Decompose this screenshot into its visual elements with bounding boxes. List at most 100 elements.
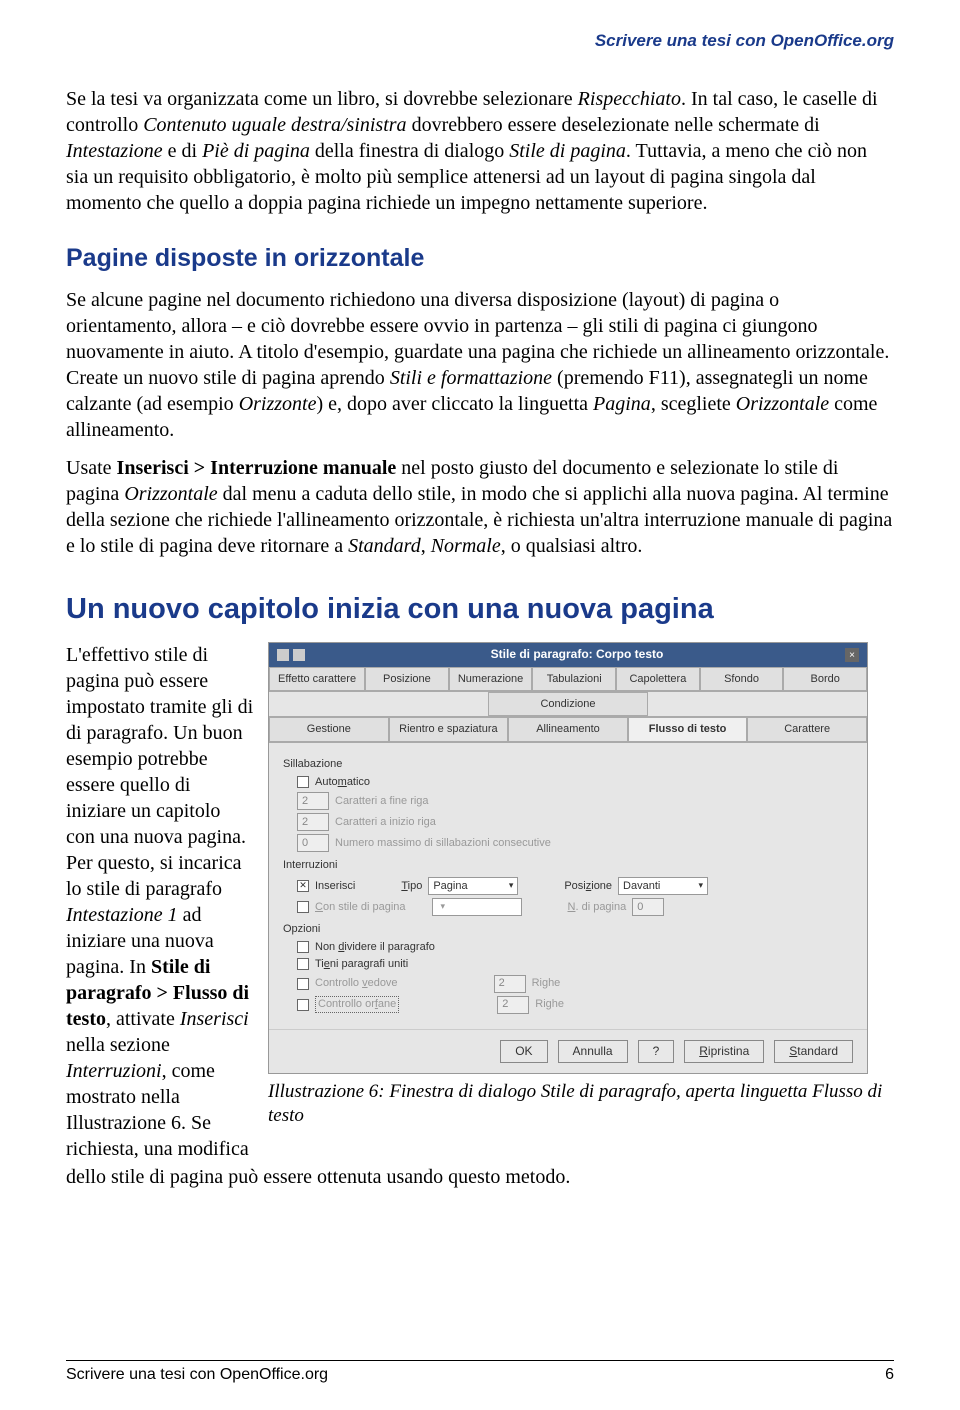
dialog-stile-paragrafo: Stile di paragrafo: Corpo testo × Effett… bbox=[268, 642, 868, 1074]
spin-caratteri-inizio: 2 bbox=[297, 813, 329, 831]
checkbox-vedove[interactable] bbox=[297, 978, 309, 990]
checkbox-automatico[interactable] bbox=[297, 776, 309, 788]
heading-pagine-orizzontale: Pagine disposte in orizzontale bbox=[66, 242, 894, 275]
text-italic: Standard bbox=[348, 535, 421, 557]
dropdown-stile-pagina bbox=[432, 898, 522, 916]
spin-n-pagina: 0 bbox=[632, 898, 664, 916]
dropdown-posizione[interactable]: Davanti bbox=[618, 877, 708, 895]
text-italic: Stile di pagina bbox=[509, 140, 626, 162]
page-header: Scrivere una tesi con OpenOffice.org bbox=[66, 30, 894, 52]
dropdown-tipo[interactable]: Pagina bbox=[428, 877, 518, 895]
cancel-button[interactable]: Annulla bbox=[558, 1040, 628, 1064]
tab-row-3: Gestione Rientro e spaziatura Allineamen… bbox=[269, 717, 867, 742]
dialog-titlebar: Stile di paragrafo: Corpo testo × bbox=[269, 643, 867, 667]
paragraph-1: Se la tesi va organizzata come un libro,… bbox=[66, 86, 894, 216]
checkbox-orfane[interactable] bbox=[297, 999, 309, 1011]
dialog-body: Sillabazione Automatico 2 Caratteri a fin… bbox=[269, 743, 867, 1029]
help-button[interactable]: ? bbox=[638, 1040, 675, 1064]
text-italic: Orizzontale bbox=[736, 393, 829, 415]
paragraph-left: L'effettivo stile di pagina può essere i… bbox=[66, 642, 254, 1162]
tab-flusso-di-testo[interactable]: Flusso di testo bbox=[628, 717, 748, 741]
tab-numerazione[interactable]: Numerazione bbox=[449, 667, 533, 691]
figure-caption: Illustrazione 6: Finestra di dialogo Sti… bbox=[268, 1080, 894, 1128]
tab-posizione[interactable]: Posizione bbox=[365, 667, 449, 691]
spin-orfane: 2 bbox=[497, 996, 529, 1014]
checkbox-tieni-uniti[interactable] bbox=[297, 958, 309, 970]
text-italic: Inserisci bbox=[180, 1008, 249, 1030]
text-italic: Pagina bbox=[593, 393, 651, 415]
checkbox-con-stile[interactable] bbox=[297, 901, 309, 913]
text-bold: Inserisci > Interruzione manuale bbox=[117, 457, 397, 479]
tab-bordo[interactable]: Bordo bbox=[783, 667, 867, 691]
spin-caratteri-fine: 2 bbox=[297, 792, 329, 810]
footer-page-number: 6 bbox=[885, 1365, 894, 1386]
label-righe-2: Righe bbox=[535, 997, 564, 1011]
window-icon bbox=[293, 649, 305, 661]
label-caratteri-inizio: Caratteri a inizio riga bbox=[335, 815, 436, 829]
text-italic: Rispecchiato bbox=[578, 88, 681, 110]
text-italic: Orizzonte bbox=[239, 393, 317, 415]
text-italic: Piè di pagina bbox=[202, 140, 310, 162]
label-con-stile: Con stile di pagina bbox=[315, 900, 406, 914]
paragraph-2: Se alcune pagine nel documento richiedon… bbox=[66, 287, 894, 443]
group-sillabazione: Sillabazione bbox=[283, 757, 853, 771]
text: , bbox=[421, 535, 431, 557]
label-caratteri-fine: Caratteri a fine riga bbox=[335, 794, 429, 808]
footer-title: Scrivere una tesi con OpenOffice.org bbox=[66, 1365, 328, 1386]
dialog-title: Stile di paragrafo: Corpo testo bbox=[309, 647, 845, 663]
label-num-max: Numero massimo di sillabazioni consecuti… bbox=[335, 836, 551, 850]
text-italic: Normale bbox=[431, 535, 501, 557]
label-n-pagina: N. di pagina bbox=[568, 900, 627, 914]
label-tieni-uniti: Tieni paragrafi uniti bbox=[315, 957, 408, 971]
text: Usate bbox=[66, 457, 117, 479]
heading-nuovo-capitolo: Un nuovo capitolo inizia con una nuova p… bbox=[66, 591, 894, 629]
tab-row-2: Condizione bbox=[269, 692, 867, 717]
standard-button[interactable]: Standard bbox=[774, 1040, 853, 1064]
text: dovrebbero essere deselezionate nelle sc… bbox=[407, 114, 820, 136]
text: nella sezione bbox=[66, 1034, 170, 1056]
group-opzioni: Opzioni bbox=[283, 922, 853, 936]
text-italic: Intestazione 1 bbox=[66, 904, 178, 926]
checkbox-inserisci[interactable] bbox=[297, 880, 309, 892]
reset-button[interactable]: Ripristina bbox=[684, 1040, 764, 1064]
tab-row-1: Effetto carattere Posizione Numerazione … bbox=[269, 667, 867, 692]
text-italic: Contenuto uguale destra/sinistra bbox=[143, 114, 406, 136]
paragraph-3: Usate Inserisci > Interruzione manuale n… bbox=[66, 455, 894, 559]
tab-capolettera[interactable]: Capolettera bbox=[616, 667, 700, 691]
tab-gestione[interactable]: Gestione bbox=[269, 717, 389, 741]
spin-num-max: 0 bbox=[297, 834, 329, 852]
close-icon[interactable]: × bbox=[845, 648, 859, 662]
tab-rientro[interactable]: Rientro e spaziatura bbox=[389, 717, 509, 741]
tab-effetto-carattere[interactable]: Effetto carattere bbox=[269, 667, 365, 691]
text: , scegliete bbox=[651, 393, 736, 415]
label-non-dividere: Non dividere il paragrafo bbox=[315, 940, 435, 954]
tab-carattere[interactable]: Carattere bbox=[747, 717, 867, 741]
tab-condizione[interactable]: Condizione bbox=[488, 692, 648, 716]
checkbox-non-dividere[interactable] bbox=[297, 941, 309, 953]
label-tipo: Tipo bbox=[401, 879, 422, 893]
label-inserisci: Inserisci bbox=[315, 879, 355, 893]
text: Se la tesi va organizzata come un libro,… bbox=[66, 88, 578, 110]
label-posizione: Posizione bbox=[564, 879, 612, 893]
spin-vedove: 2 bbox=[494, 975, 526, 993]
tab-sfondo[interactable]: Sfondo bbox=[700, 667, 784, 691]
text-italic: Stili e formattazione bbox=[390, 367, 552, 389]
text: , attivate bbox=[106, 1008, 180, 1030]
group-interruzioni: Interruzioni bbox=[283, 858, 853, 872]
tab-tabulazioni[interactable]: Tabulazioni bbox=[532, 667, 616, 691]
label-automatico: Automatico bbox=[315, 775, 370, 789]
text-italic: Intestazione bbox=[66, 140, 163, 162]
text-italic: Interruzioni bbox=[66, 1060, 162, 1082]
ok-button[interactable]: OK bbox=[500, 1040, 547, 1064]
page-footer: Scrivere una tesi con OpenOffice.org 6 bbox=[66, 1360, 894, 1386]
label-vedove: Controllo vedove bbox=[315, 976, 398, 990]
tab-allineamento[interactable]: Allineamento bbox=[508, 717, 628, 741]
text: della finestra di dialogo bbox=[310, 140, 509, 162]
window-icon bbox=[277, 649, 289, 661]
label-righe-1: Righe bbox=[532, 976, 561, 990]
text: ) e, dopo aver cliccato la linguetta bbox=[316, 393, 593, 415]
paragraph-after: dello stile di pagina può essere ottenut… bbox=[66, 1164, 894, 1190]
text: , o qualsiasi altro. bbox=[501, 535, 643, 557]
text: e di bbox=[163, 140, 202, 162]
label-orfane: Controllo orfane bbox=[315, 996, 399, 1012]
